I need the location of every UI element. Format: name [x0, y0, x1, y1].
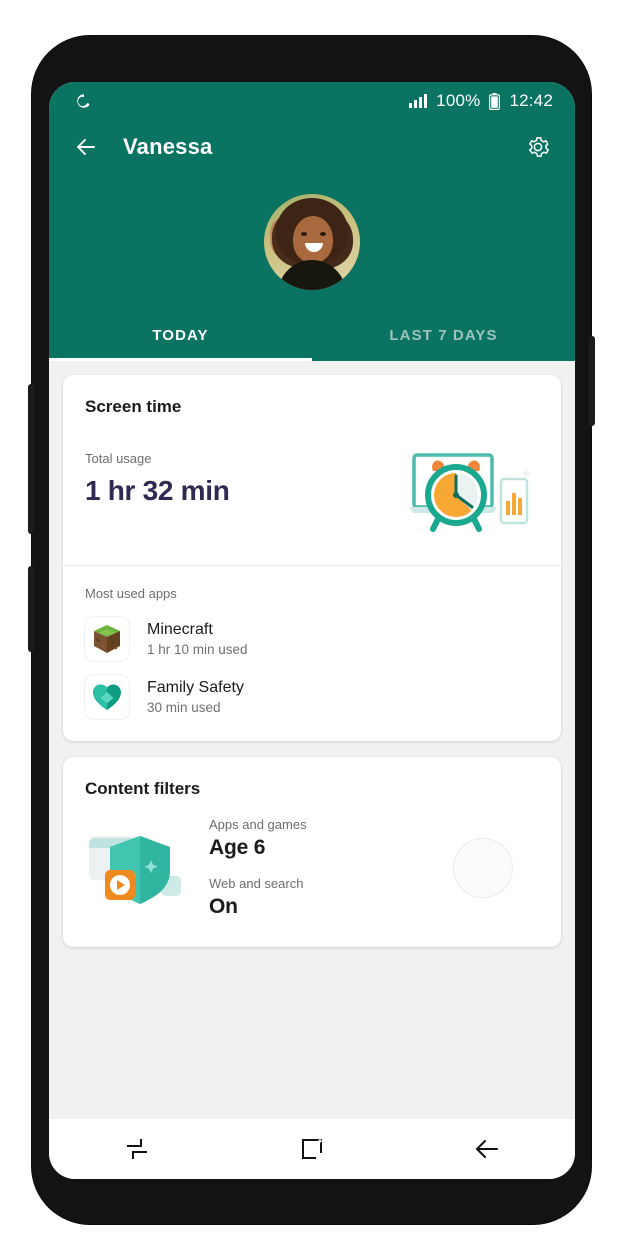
crescent-moon-icon: [77, 94, 90, 108]
apps-games-value: Age 6: [209, 836, 266, 859]
gear-icon[interactable]: [523, 132, 553, 162]
page-title: Vanessa: [123, 134, 213, 159]
volume-button[interactable]: [28, 384, 34, 534]
avatar-eye-right: [320, 231, 326, 236]
minecraft-grass-block-icon: [85, 617, 129, 661]
app-bar: Vanessa: [49, 120, 575, 174]
battery-percent-label: 100%: [436, 91, 481, 110]
screen-time-title: Screen time: [85, 397, 182, 416]
most-used-apps-section: Most used apps Minecraft 1 hr 10 min use…: [63, 566, 561, 741]
list-item[interactable]: Family Safety 30 min used: [85, 675, 539, 719]
avatar-face: [293, 215, 333, 263]
tab-last-7-days-label: LAST 7 DAYS: [389, 326, 498, 344]
clock-label: 12:42: [509, 91, 553, 110]
list-item[interactable]: Minecraft 1 hr 10 min used: [85, 617, 539, 661]
status-bar-left: [75, 92, 93, 110]
status-bar-right: 100% 12:42: [409, 91, 553, 111]
most-used-apps-label: Most used apps: [85, 586, 177, 601]
web-search-label: Web and search: [209, 876, 304, 891]
side-button-right[interactable]: [589, 336, 595, 426]
loading-circle[interactable]: [453, 838, 513, 898]
avatar[interactable]: [264, 193, 360, 290]
web-search-value: On: [209, 895, 238, 918]
content-filters-row: Apps and games Age 6 Web and search On: [63, 799, 561, 947]
battery-full-icon: [489, 92, 501, 110]
content-filters-text: Apps and games Age 6 Web and search On: [209, 817, 453, 919]
home-square-icon[interactable]: [224, 1119, 399, 1179]
apps-games-label: Apps and games: [209, 817, 307, 832]
shield-play-button-illustration: [89, 836, 181, 904]
phone-screen: 100% 12:42 Vanessa TODAY LAST 7 DAYS Scr…: [49, 82, 575, 1179]
app-usage: 1 hr 10 min used: [147, 642, 248, 657]
content-filters-card: Content filters Apps and games Age 6 Web…: [63, 757, 561, 947]
total-usage-row: Total usage 1 hr 32 min: [63, 417, 561, 565]
tab-today[interactable]: TODAY: [49, 309, 312, 361]
app-usage: 30 min used: [147, 700, 221, 715]
avatar-eye-left: [301, 231, 307, 236]
family-safety-heart-icon: [85, 675, 129, 719]
content-area: Screen time Total usage 1 hr 32 min Most…: [49, 361, 575, 1101]
profile-hero: [49, 174, 575, 309]
back-arrow-icon[interactable]: [71, 132, 101, 162]
recents-icon[interactable]: [49, 1119, 224, 1179]
android-nav-bar: [49, 1119, 575, 1179]
tab-bar: TODAY LAST 7 DAYS: [49, 309, 575, 361]
total-usage-label: Total usage: [85, 451, 152, 466]
content-filters-title: Content filters: [85, 779, 201, 798]
tab-today-label: TODAY: [152, 326, 209, 344]
signal-bars-icon: [409, 94, 428, 108]
app-name: Family Safety: [147, 679, 244, 696]
tab-last-7-days[interactable]: LAST 7 DAYS: [312, 309, 575, 361]
laptop-alarm-clock-chart-illustration: [409, 453, 532, 532]
status-bar: 100% 12:42: [49, 82, 575, 120]
total-usage-value: 1 hr 32 min: [85, 475, 230, 506]
back-arrow-icon[interactable]: [400, 1119, 575, 1179]
screen-time-card: Screen time Total usage 1 hr 32 min Most…: [63, 375, 561, 741]
app-name: Minecraft: [147, 621, 213, 638]
power-button[interactable]: [28, 566, 34, 652]
